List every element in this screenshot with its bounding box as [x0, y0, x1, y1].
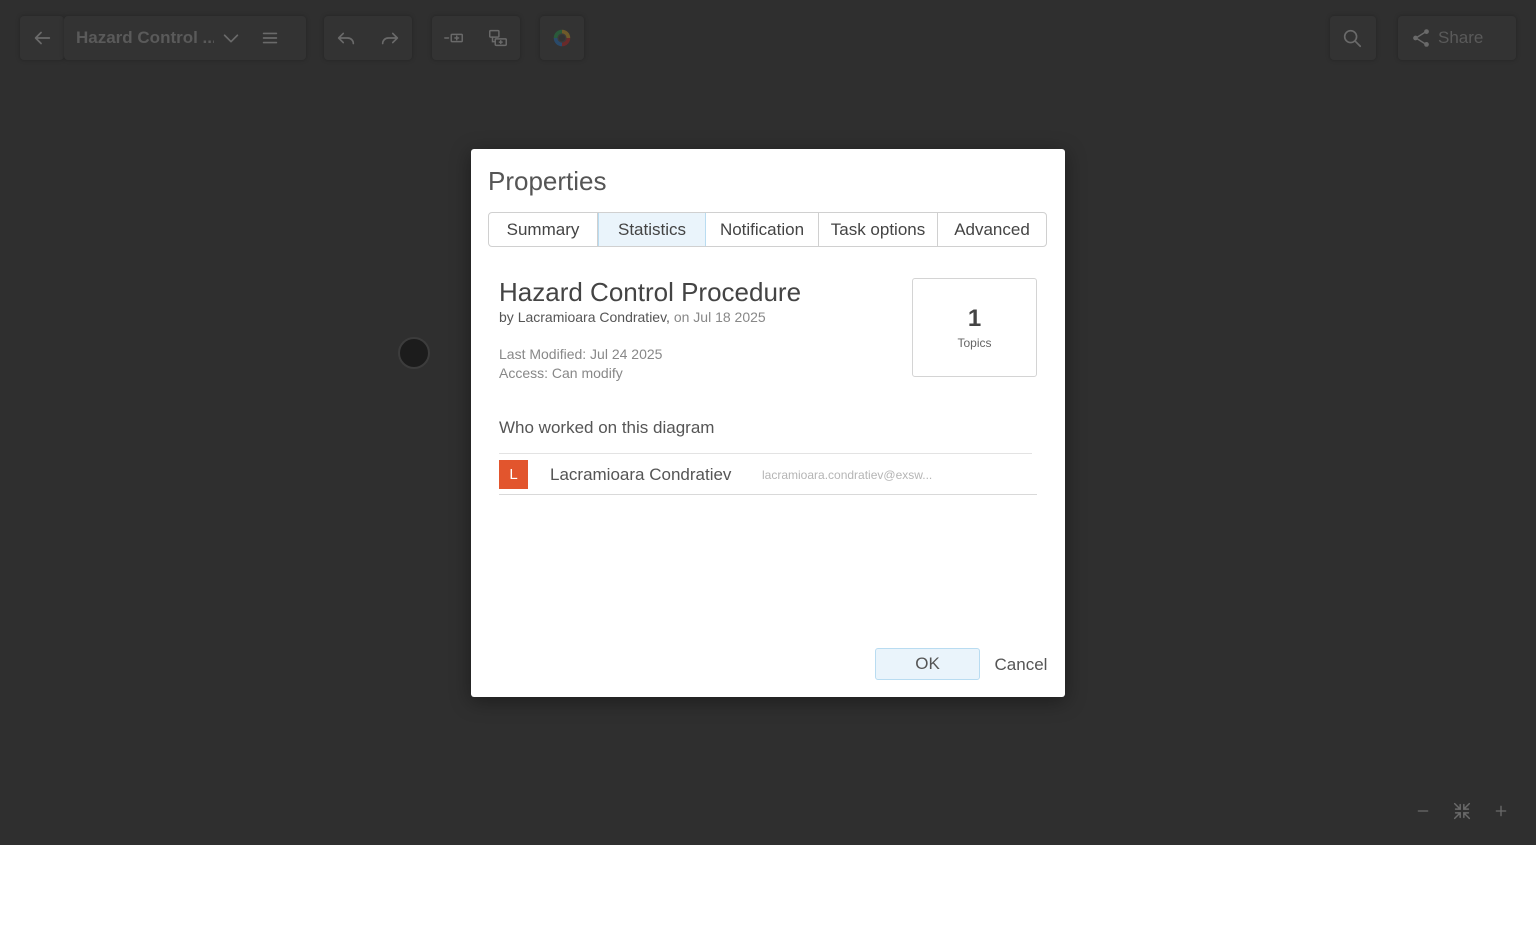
- properties-dialog: Properties Summary Statistics Notificati…: [471, 149, 1065, 697]
- dialog-title: Properties: [488, 166, 607, 196]
- app-canvas[interactable]: Hazard Control ... Share Properties Summ…: [0, 0, 1536, 845]
- access-level: Access: Can modify: [499, 365, 623, 381]
- document-title[interactable]: Hazard Control ...: [64, 28, 214, 48]
- insert-subtopic-button[interactable]: [476, 16, 520, 60]
- last-modified: Last Modified: Jul 24 2025: [499, 346, 663, 362]
- theme-palette-icon: [553, 29, 571, 47]
- fit-to-screen-button[interactable]: [1444, 793, 1480, 829]
- zoom-in-button[interactable]: [1483, 793, 1519, 829]
- collaborator-row: L Lacramioara Condratiev lacramioara.con…: [499, 454, 1037, 495]
- undo-icon: [337, 32, 355, 45]
- properties-tabs: Summary Statistics Notification Task opt…: [488, 212, 1047, 247]
- chevron-down-icon: [223, 34, 239, 43]
- theme-button[interactable]: [540, 16, 584, 60]
- fit-to-screen-icon: [1453, 802, 1471, 820]
- collaborator-name: Lacramioara Condratiev: [550, 465, 732, 484]
- back-group: [20, 16, 64, 60]
- zoom-controls: [1404, 792, 1520, 830]
- tab-summary[interactable]: Summary: [489, 213, 598, 246]
- collaborators-heading: Who worked on this diagram: [499, 418, 715, 437]
- insert-subtopic-icon: [489, 29, 507, 47]
- insert-group: [432, 16, 520, 60]
- back-arrow-icon: [34, 31, 51, 45]
- redo-icon: [381, 32, 399, 45]
- central-topic-node[interactable]: [398, 337, 430, 369]
- share-button[interactable]: Share: [1398, 16, 1516, 60]
- search-button[interactable]: [1330, 16, 1374, 60]
- zoom-out-button[interactable]: [1405, 793, 1441, 829]
- author-name: Lacramioara Condratiev,: [517, 309, 670, 325]
- zoom-in-icon: [1495, 805, 1506, 817]
- collaborator-email: lacramioara.condratiev@exsw...: [762, 468, 933, 482]
- created-date: on Jul 18 2025: [669, 309, 766, 325]
- undo-button[interactable]: [324, 16, 368, 60]
- back-button[interactable]: [20, 16, 64, 60]
- page-background: [0, 845, 1536, 950]
- main-menu-button[interactable]: [248, 16, 292, 60]
- title-group: Hazard Control ...: [64, 16, 306, 60]
- by-prefix: by: [499, 309, 518, 325]
- history-group: [324, 16, 412, 60]
- theme-group: [540, 16, 584, 60]
- menu-icon: [262, 32, 278, 44]
- zoom-out-icon: [1417, 810, 1429, 812]
- topics-label: Topics: [957, 335, 992, 350]
- search-group: [1330, 16, 1376, 60]
- share-icon: [1413, 29, 1429, 47]
- tab-advanced[interactable]: Advanced: [938, 213, 1046, 246]
- tab-task-options[interactable]: Task options: [819, 213, 938, 246]
- author-line: by Lacramioara Condratiev, on Jul 18 202…: [499, 309, 766, 325]
- tab-statistics[interactable]: Statistics: [598, 213, 706, 246]
- avatar: L: [499, 460, 528, 489]
- search-icon: [1343, 29, 1362, 48]
- title-dropdown-button[interactable]: [214, 16, 248, 60]
- topics-count: 1: [967, 304, 982, 332]
- redo-button[interactable]: [368, 16, 412, 60]
- ok-button[interactable]: OK: [875, 648, 980, 680]
- topics-stat-box: 1 Topics: [912, 278, 1037, 377]
- diagram-name: Hazard Control Procedure: [499, 277, 802, 307]
- tab-notification[interactable]: Notification: [706, 213, 819, 246]
- share-label: Share: [1438, 28, 1484, 47]
- insert-topic-icon: [444, 33, 463, 43]
- insert-topic-button[interactable]: [432, 16, 476, 60]
- cancel-button[interactable]: Cancel: [990, 649, 1052, 681]
